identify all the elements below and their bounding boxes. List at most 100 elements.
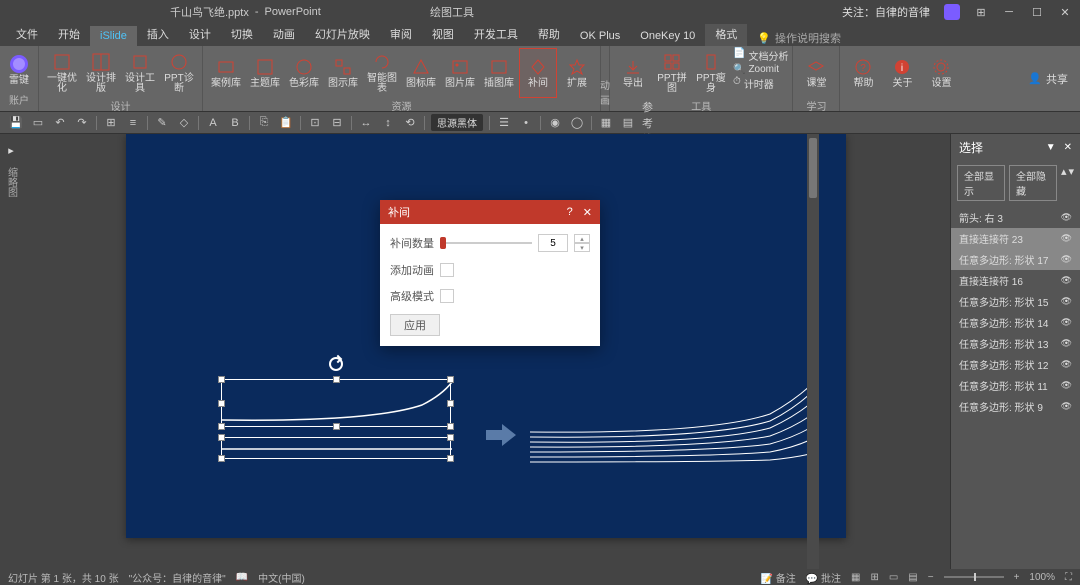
resize-handle[interactable] [333,376,340,383]
qat-rotate-icon[interactable]: ⟲ [402,115,418,131]
design-tools-button[interactable]: 设计工具 [121,48,159,98]
qat-misc2-icon[interactable]: ▤ [620,115,636,131]
qat-fill-icon[interactable]: ◉ [547,115,563,131]
pane-close-icon[interactable]: ✕ [1064,142,1072,153]
tab-home[interactable]: 开始 [48,22,90,46]
rotation-handle[interactable] [329,357,343,371]
classroom-button[interactable]: 课堂 [797,48,835,98]
qat-group-icon[interactable]: ⊡ [307,115,323,131]
qat-distv-icon[interactable]: ↕ [380,115,396,131]
tween-button[interactable]: 补间 [519,48,557,98]
qat-eyedrop-icon[interactable]: ✎ [154,115,170,131]
selection-item[interactable]: 任意多边形: 形状 12👁 [951,354,1080,375]
color-lib-button[interactable]: 色彩库 [285,48,323,98]
language-label[interactable]: 中文(中国) [258,570,305,585]
image-lib-button[interactable]: 图片库 [441,48,479,98]
tab-islide[interactable]: iSlide [90,26,137,46]
apply-button[interactable]: 应用 [390,314,440,336]
vertical-scrollbar[interactable] [807,134,819,569]
ppt-diagnose-button[interactable]: PPT诊断 [160,48,198,98]
visibility-toggle-icon[interactable]: 👁 [1061,254,1072,265]
selection-item[interactable]: 任意多边形: 形状 17👁 [951,249,1080,270]
ribbon-options-icon[interactable]: ⊞ [974,5,988,19]
qat-grid-icon[interactable]: ⊞ [103,115,119,131]
resize-handle[interactable] [218,423,225,430]
advanced-mode-checkbox[interactable] [440,289,454,303]
add-animation-checkbox[interactable] [440,263,454,277]
tab-file[interactable]: 文件 [6,22,48,46]
visibility-toggle-icon[interactable]: 👁 [1061,212,1072,223]
zoom-slider[interactable] [944,576,1004,578]
extend-button[interactable]: 扩展 [558,48,596,98]
thumbnail-rail[interactable]: ▸ 缩略图 [0,134,22,569]
maximize-icon[interactable]: ☐ [1030,5,1044,19]
theme-lib-button[interactable]: 主题库 [246,48,284,98]
selection-box-1[interactable] [221,379,451,427]
chevron-right-icon[interactable]: ▸ [8,144,14,157]
move-up-icon[interactable]: ▴ [1061,165,1067,201]
zoom-level[interactable]: 100% [1029,572,1055,583]
timer-button[interactable]: ⏱计时器 [733,76,788,91]
tab-insert[interactable]: 插入 [137,22,179,46]
qat-bold-icon[interactable]: B [227,115,243,131]
resize-handle[interactable] [447,376,454,383]
help-button[interactable]: ?帮助 [844,48,882,98]
minimize-icon[interactable]: ─ [1002,5,1016,19]
qat-redo-icon[interactable]: ↷ [74,115,90,131]
normal-view-icon[interactable]: ▦ [851,572,860,583]
ppt-stitch-button[interactable]: PPT拼图 [653,48,691,98]
selection-item[interactable]: 箭头: 右 3👁 [951,207,1080,228]
visibility-toggle-icon[interactable]: 👁 [1061,401,1072,412]
resize-handle[interactable] [447,434,454,441]
resize-handle[interactable] [218,455,225,462]
reading-view-icon[interactable]: ▭ [889,572,898,583]
qat-refline-button[interactable]: 参考线 [642,115,658,131]
close-icon[interactable]: ✕ [1058,5,1072,19]
diagram-lib-button[interactable]: 图示库 [324,48,362,98]
tab-devtools[interactable]: 开发工具 [464,22,528,46]
settings-button[interactable]: 设置 [922,48,960,98]
spellcheck-icon[interactable]: 📖 [236,572,248,583]
visibility-toggle-icon[interactable]: 👁 [1061,338,1072,349]
qat-shape-icon[interactable]: ◇ [176,115,192,131]
selection-item[interactable]: 任意多边形: 形状 13👁 [951,333,1080,354]
about-button[interactable]: i关于 [883,48,921,98]
resize-handle[interactable] [218,400,225,407]
hide-all-button[interactable]: 全部隐藏 [1009,165,1057,201]
qat-undo-icon[interactable]: ↶ [52,115,68,131]
doc-analysis-button[interactable]: 📄文档分析 [733,48,788,63]
qat-misc-icon[interactable]: ▦ [598,115,614,131]
resize-handle[interactable] [218,434,225,441]
resize-handle[interactable] [218,376,225,383]
tab-onekey[interactable]: OneKey 10 [630,26,705,46]
zoom-thumb[interactable] [974,573,976,581]
selection-item[interactable]: 任意多边形: 形状 15👁 [951,291,1080,312]
zoomit-button[interactable]: 🔍Zoomit [733,64,788,75]
qat-save-icon[interactable]: 💾 [8,115,24,131]
tab-transition[interactable]: 切换 [221,22,263,46]
illustration-lib-button[interactable]: 插图库 [480,48,518,98]
tab-slideshow[interactable]: 幻灯片放映 [305,22,380,46]
ppt-slim-button[interactable]: PPT瘦身 [692,48,730,98]
visibility-toggle-icon[interactable]: 👁 [1061,233,1072,244]
qat-list-icon[interactable]: ☰ [496,115,512,131]
design-layout-button[interactable]: 设计排版 [82,48,120,98]
selection-box-2[interactable] [221,437,451,459]
qat-ungroup-icon[interactable]: ⊟ [329,115,345,131]
qat-font-icon[interactable]: A [205,115,221,131]
resize-handle[interactable] [333,423,340,430]
visibility-toggle-icon[interactable]: 👁 [1061,275,1072,286]
visibility-toggle-icon[interactable]: 👁 [1061,359,1072,370]
smart-chart-button[interactable]: 智能图表 [363,48,401,98]
tween-count-input[interactable] [538,234,568,252]
scrollbar-thumb[interactable] [809,138,817,198]
qat-tool-icon[interactable]: ▭ [30,115,46,131]
icon-lib-button[interactable]: 图标库 [402,48,440,98]
tell-me-search[interactable]: 💡 操作说明搜索 [757,30,841,46]
zoom-in-icon[interactable]: + [1014,572,1020,583]
tab-format[interactable]: 格式 [705,22,747,46]
share-button[interactable]: 👤共享 [1016,46,1080,111]
selection-item[interactable]: 任意多边形: 形状 14👁 [951,312,1080,333]
zoom-out-icon[interactable]: − [928,572,934,583]
tween-count-slider[interactable] [440,242,532,244]
